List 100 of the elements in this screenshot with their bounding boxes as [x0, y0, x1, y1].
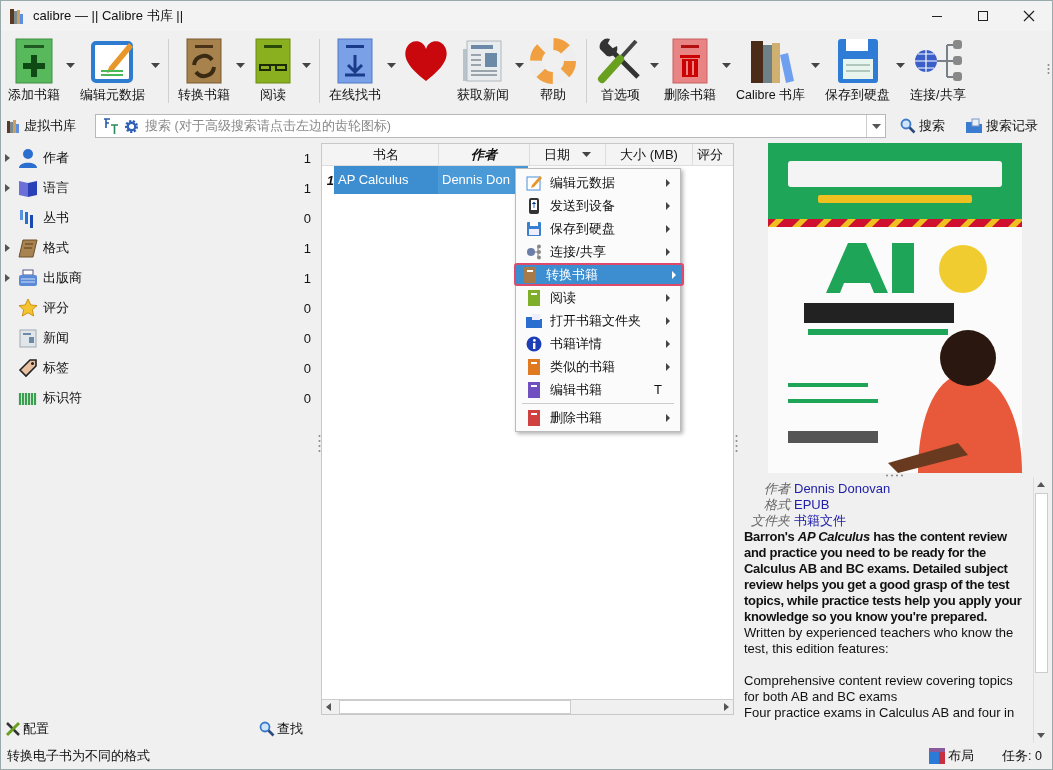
book-icon [522, 266, 538, 283]
menu-item[interactable]: 转换书籍 [514, 263, 684, 286]
caret-icon [721, 62, 731, 68]
search-bar[interactable]: 搜索 (对于高级搜索请点击左边的齿轮图标) [95, 114, 886, 138]
printer-icon [18, 268, 38, 288]
lifebuoy-icon [529, 37, 577, 85]
description-text: Comprehensive content review covering topics for both AB and BC exams [744, 673, 1014, 705]
toolbar-button[interactable]: 获取新闻 [454, 35, 512, 106]
caret-icon [649, 62, 659, 68]
caret-icon [150, 62, 160, 68]
splitter-handle-icon[interactable] [317, 433, 321, 453]
caret-icon [810, 62, 820, 68]
layout-button[interactable]: 布局 [929, 747, 975, 765]
expand-arrow-icon[interactable] [5, 244, 10, 252]
menu-item[interactable]: 编辑书籍 T [518, 378, 678, 401]
category-item[interactable]: 标识符 0 [1, 383, 317, 413]
folder-icon [526, 312, 542, 329]
add-book-icon [12, 37, 56, 85]
scroll-up-icon [1037, 482, 1045, 487]
network-icon [526, 243, 542, 260]
book-icon [526, 381, 542, 398]
category-item[interactable]: 新闻 0 [1, 323, 317, 353]
field-link[interactable]: EPUB [794, 497, 830, 513]
field-label: 格式 [763, 497, 790, 513]
toolbar-button[interactable]: 添加书籍 [5, 35, 63, 106]
category-item[interactable]: 出版商 1 [1, 263, 317, 293]
category-item[interactable]: 作者 1 [1, 143, 317, 173]
menu-item[interactable]: 打开书籍文件夹 [518, 309, 678, 332]
resize-handle-icon[interactable] [885, 474, 905, 477]
splitter-handle-icon[interactable] [734, 433, 738, 453]
toolbar-button[interactable]: 阅读 [247, 35, 299, 106]
tools-icon [5, 721, 21, 737]
search-button[interactable]: 搜索 [894, 117, 951, 135]
menu-item[interactable]: 连接/共享 [518, 240, 678, 263]
delete-book-icon [670, 37, 710, 85]
toolbar-button[interactable]: 编辑元数据 [77, 35, 148, 106]
expand-arrow-icon[interactable] [5, 274, 10, 282]
virtual-library-button[interactable]: 虚拟书库 [7, 117, 87, 135]
menu-item[interactable]: 删除书籍 [518, 406, 678, 429]
read-book-icon [253, 37, 293, 85]
row-number: 1 [325, 172, 334, 188]
scroll-left-icon [326, 703, 331, 711]
caret-icon [386, 62, 396, 68]
edit-icon [526, 174, 542, 191]
toolbar-button[interactable]: 删除书籍 [661, 35, 719, 106]
field-link[interactable]: 书籍文件 [794, 513, 846, 529]
table-cell[interactable]: AP Calculus [334, 166, 438, 194]
column-header[interactable]: 作者 [439, 144, 530, 165]
menu-item[interactable]: 发送到设备 [518, 194, 678, 217]
star-icon [18, 298, 38, 318]
category-item[interactable]: 评分 0 [1, 293, 317, 323]
field-label: 作者 [763, 481, 790, 497]
configure-button[interactable]: 配置 [5, 720, 49, 738]
toolbar-button[interactable]: Calibre 书库 [733, 35, 809, 106]
toolbar-button[interactable]: 连接/共享 [907, 35, 969, 106]
book-icon [18, 238, 38, 258]
category-item[interactable]: 格式 1 [1, 233, 317, 263]
column-header[interactable]: 评分 [693, 144, 733, 165]
search-history-button[interactable]: 搜索记录 [959, 117, 1044, 135]
toolbar-button[interactable]: 保存到硬盘 [822, 35, 894, 106]
caret-icon [65, 62, 75, 68]
search-icon [900, 118, 916, 134]
expand-arrow-icon[interactable] [5, 184, 10, 192]
caret-icon [895, 62, 905, 68]
book-icon [526, 409, 542, 426]
description-text: Barron's AP Calculus has the content review and practice you need to be ready for the Calculus AB and BC exams. Detailed subject review helps you get a good grasp of the test topics, while practice tests help you apply your knowledge so you know you're prepared. [744, 529, 1023, 625]
caret-icon [235, 62, 245, 68]
toolbar-button[interactable]: 首选项 [593, 35, 647, 106]
expand-arrow-icon[interactable] [5, 154, 10, 162]
book-icon [526, 289, 542, 306]
book-icon [526, 358, 542, 375]
toolbar-button[interactable]: 在线找书 [326, 35, 384, 106]
language-icon [18, 178, 38, 198]
category-item[interactable]: 标签 0 [1, 353, 317, 383]
books-icon [9, 7, 25, 25]
tag-icon [18, 358, 38, 378]
category-item[interactable]: 语言 1 [1, 173, 317, 203]
newspaper-icon [461, 37, 505, 85]
maximize-icon [977, 10, 989, 22]
column-header[interactable]: 大小 (MB) [606, 144, 693, 165]
menu-item[interactable]: 类似的书籍 [518, 355, 678, 378]
find-button[interactable]: 查找 [259, 720, 303, 738]
menu-item[interactable]: 保存到硬盘 [518, 217, 678, 240]
caret-icon [301, 62, 311, 68]
search-field[interactable]: 搜索 (对于高级搜索请点击左边的齿轮图标) [143, 118, 862, 134]
caret-icon [871, 123, 881, 129]
menu-item[interactable]: 书籍详情 [518, 332, 678, 355]
horizontal-scrollbar[interactable] [322, 699, 733, 714]
toolbar-button[interactable]: 转换书籍 [175, 35, 233, 106]
scroll-down-icon [1037, 733, 1045, 738]
field-label: 文件夹 [750, 513, 790, 529]
column-header[interactable]: 书名 [334, 144, 439, 165]
toolbar-button[interactable]: 帮助 [526, 35, 580, 106]
category-item[interactable]: 丛书 0 [1, 203, 317, 233]
field-link[interactable]: Dennis Donovan [794, 481, 891, 497]
person-icon [18, 148, 38, 168]
column-header[interactable]: 日期 [530, 144, 606, 165]
description-text: Written by experienced teachers who know the test, this edition features: [744, 625, 1015, 657]
books-icon [7, 119, 19, 133]
menu-item[interactable]: 阅读 [518, 286, 678, 309]
